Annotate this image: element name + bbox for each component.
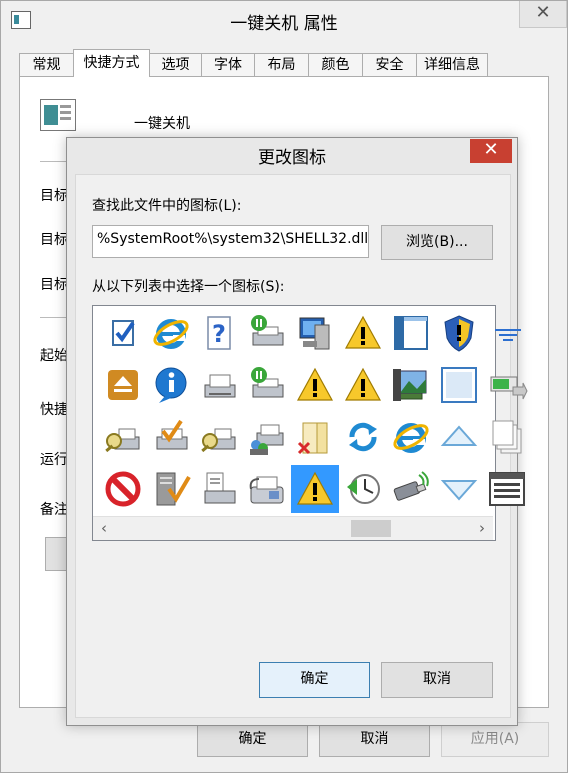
warning-icon[interactable] <box>339 361 387 409</box>
file-label: 查找此文件中的图标(L): <box>92 198 242 214</box>
run-label: 运行 <box>40 452 68 468</box>
shortcut-key-label: 快捷 <box>40 402 68 418</box>
tab-general[interactable]: 常规 <box>19 53 74 76</box>
target-type-label: 目标 <box>40 188 68 204</box>
window-list-icon[interactable] <box>483 465 531 513</box>
fax-icon[interactable] <box>243 465 291 513</box>
warning-icon[interactable] <box>291 361 339 409</box>
tab-layout[interactable]: 布局 <box>254 53 309 76</box>
warning-icon[interactable] <box>339 309 387 357</box>
filter-lines-icon[interactable] <box>483 309 531 357</box>
refresh-icon[interactable] <box>339 413 387 461</box>
target-location-label: 目标 <box>40 232 68 248</box>
cancel-button[interactable]: 取消 <box>319 722 430 757</box>
printer-paused-icon[interactable] <box>243 361 291 409</box>
scroll-right-icon[interactable]: › <box>474 519 490 537</box>
photo-album-icon[interactable] <box>387 361 435 409</box>
dialog-close-button[interactable]: ✕ <box>470 139 512 163</box>
icon-list-label: 从以下列表中选择一个图标(S): <box>92 279 285 295</box>
printer-icon[interactable] <box>195 361 243 409</box>
stacked-pages-icon[interactable] <box>483 413 531 461</box>
blank-window-icon[interactable] <box>435 361 483 409</box>
apply-button[interactable]: 应用(A) <box>441 722 549 757</box>
triangle-up-icon[interactable] <box>435 413 483 461</box>
dialog-cancel-button[interactable]: 取消 <box>381 662 493 698</box>
computer-icon[interactable] <box>291 309 339 357</box>
dialog-title: 更改图标 <box>258 148 326 168</box>
folder-delete-icon[interactable] <box>291 413 339 461</box>
battery-arrow-icon[interactable] <box>483 361 531 409</box>
printer-check-icon[interactable] <box>147 413 195 461</box>
title-bar[interactable]: 一键关机 属性 ✕ <box>1 1 567 39</box>
triangle-down-icon[interactable] <box>435 465 483 513</box>
clock-back-icon[interactable] <box>339 465 387 513</box>
eject-icon[interactable] <box>99 361 147 409</box>
horizontal-scrollbar[interactable]: ‹ › <box>93 516 493 540</box>
dialog-body: 查找此文件中的图标(L): %SystemRoot%\system32\SHEL… <box>75 174 528 718</box>
window-title: 一键关机 属性 <box>230 14 338 34</box>
printer-document-icon[interactable] <box>195 465 243 513</box>
tab-details[interactable]: 详细信息 <box>416 53 488 76</box>
printer-search-icon[interactable] <box>99 413 147 461</box>
tab-options[interactable]: 选项 <box>149 53 202 76</box>
dialog-ok-button[interactable]: 确定 <box>259 662 370 698</box>
tab-security[interactable]: 安全 <box>362 53 417 76</box>
target-label: 目标 <box>40 277 68 293</box>
information-icon[interactable] <box>147 361 195 409</box>
file-path-input[interactable]: %SystemRoot%\system32\SHELL32.dll <box>92 225 369 258</box>
browse-button[interactable]: 浏览(B)... <box>381 225 493 260</box>
svg-text:?: ? <box>212 320 226 348</box>
close-button[interactable]: ✕ <box>519 1 567 28</box>
scroll-thumb[interactable] <box>351 520 391 537</box>
tab-shortcut[interactable]: 快捷方式 <box>73 49 150 77</box>
checkbox-icon[interactable] <box>99 309 147 357</box>
server-check-icon[interactable] <box>147 465 195 513</box>
icon-list[interactable]: ? ‹ › <box>92 305 528 541</box>
printer-search-icon[interactable] <box>195 413 243 461</box>
blocked-icon[interactable] <box>99 465 147 513</box>
ok-button[interactable]: 确定 <box>197 722 308 757</box>
help-document-icon[interactable]: ? <box>195 309 243 357</box>
warning-icon[interactable] <box>291 465 339 513</box>
shortcut-name: 一键关机 <box>134 116 190 132</box>
scroll-left-icon[interactable]: ‹ <box>96 519 112 537</box>
internet-explorer-icon[interactable] <box>387 413 435 461</box>
shortcut-icon <box>40 99 76 131</box>
change-icon-dialog: 更改图标 ✕ 查找此文件中的图标(L): %SystemRoot%\system… <box>66 137 528 726</box>
usb-drive-icon[interactable] <box>387 465 435 513</box>
printer-shared-icon[interactable] <box>243 413 291 461</box>
start-in-label: 起始 <box>40 348 68 364</box>
internet-explorer-icon[interactable] <box>147 309 195 357</box>
tab-font[interactable]: 字体 <box>201 53 255 76</box>
security-shield-icon[interactable] <box>435 309 483 357</box>
window-panel-icon[interactable] <box>387 309 435 357</box>
comment-label: 备注 <box>40 502 68 518</box>
tab-colors[interactable]: 颜色 <box>308 53 363 76</box>
printer-paused-icon[interactable] <box>243 309 291 357</box>
